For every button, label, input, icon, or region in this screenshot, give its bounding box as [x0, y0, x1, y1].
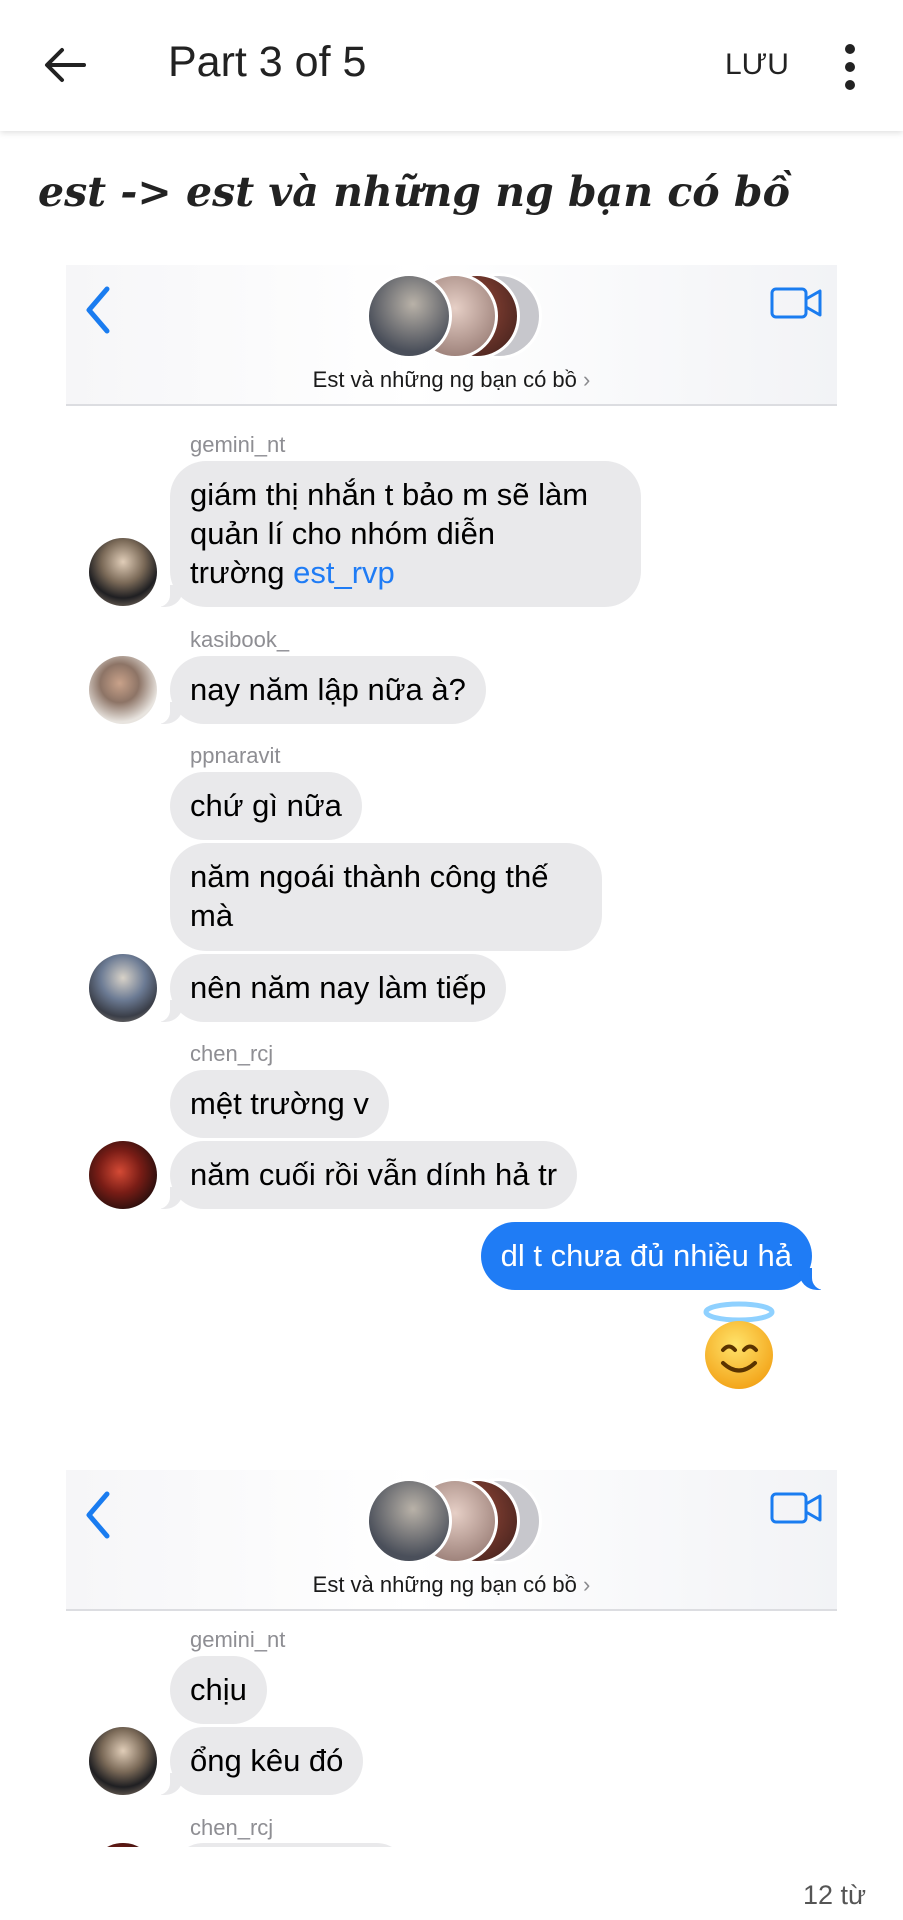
save-button[interactable]: LƯU [725, 48, 789, 82]
video-call-icon[interactable] [770, 285, 822, 321]
group-member-avatar [366, 273, 452, 359]
avatar [89, 1141, 157, 1209]
message-bubble: mệt trường v [170, 1070, 389, 1138]
group-avatar-stack [366, 273, 542, 359]
sender-name: gemini_nt [190, 432, 286, 457]
chevron-left-icon [86, 1491, 110, 1539]
page-title: Part 3 of 5 [168, 38, 367, 86]
message-line: mà [190, 898, 234, 933]
group-avatar-stack [366, 1478, 542, 1564]
sender-name: chen_rcj [190, 1815, 274, 1840]
group-name[interactable]: Est và những ng bạn có bồ › [66, 1572, 837, 1598]
avatar [89, 1727, 157, 1795]
message-bubble: giám thị nhắn t bảo m sẽ làm quản lí cho… [156, 461, 641, 607]
message-line: quản lí cho nhóm diễn [190, 516, 496, 551]
chevron-left-icon [86, 286, 110, 334]
more-options-icon[interactable] [835, 42, 865, 92]
message-bubble: chứ gì nữa [170, 772, 362, 840]
chat-screenshot-1: Est và những ng bạn có bồ › gemini_nt gi… [66, 265, 837, 1410]
message-bubble: năm cuối rồi vẫn dính hả tr [155, 1141, 578, 1209]
message-bubble: năm ngoái thành công thế mà [170, 843, 602, 951]
chevron-right-icon: › [583, 1572, 591, 1597]
chat-header: Est và những ng bạn có bồ › [66, 265, 837, 406]
smiling-face-with-halo-icon [703, 1301, 775, 1389]
message-line: trường [190, 555, 294, 590]
word-count: 12 từ [803, 1880, 867, 1910]
mention-link[interactable]: est_rvp [293, 555, 395, 590]
message-bubble: ổng kêu đó [155, 1727, 364, 1795]
message-bubble-sent: dl t chưa đủ nhiều hả [480, 1222, 827, 1290]
chat-header: Est và những ng bạn có bồ › [66, 1470, 837, 1611]
sender-name: kasibook_ [190, 627, 290, 652]
sender-name: ppnaravit [190, 743, 281, 768]
message-bubble: chịu [170, 1656, 267, 1724]
message-bubble: nay năm lập nữa à? [156, 656, 486, 724]
message-line: năm ngoái thành công thế [190, 859, 549, 894]
group-name-label: Est và những ng bạn có bồ [312, 367, 577, 392]
chevron-right-icon: › [583, 367, 591, 392]
back-arrow-icon[interactable] [40, 40, 90, 90]
group-member-avatar [366, 1478, 452, 1564]
group-name[interactable]: Est và những ng bạn có bồ › [66, 367, 837, 393]
message-bubble: nên năm nay làm tiếp [155, 954, 507, 1022]
video-call-icon[interactable] [770, 1490, 822, 1526]
sender-name: gemini_nt [190, 1627, 286, 1652]
message-line: giám thị nhắn t bảo m sẽ làm [190, 477, 589, 512]
app-bar: Part 3 of 5 LƯU [0, 0, 903, 131]
sender-name: chen_rcj [190, 1041, 274, 1066]
avatar [89, 538, 157, 606]
avatar [89, 954, 157, 1022]
avatar [89, 656, 157, 724]
story-heading: est -> est và những ng bạn có bồ [38, 168, 790, 216]
screenshot-cutoff [66, 1847, 837, 1865]
group-name-label: Est và những ng bạn có bồ [312, 1572, 577, 1597]
chat-screenshot-2: Est và những ng bạn có bồ › gemini_nt ch… [66, 1470, 837, 1865]
